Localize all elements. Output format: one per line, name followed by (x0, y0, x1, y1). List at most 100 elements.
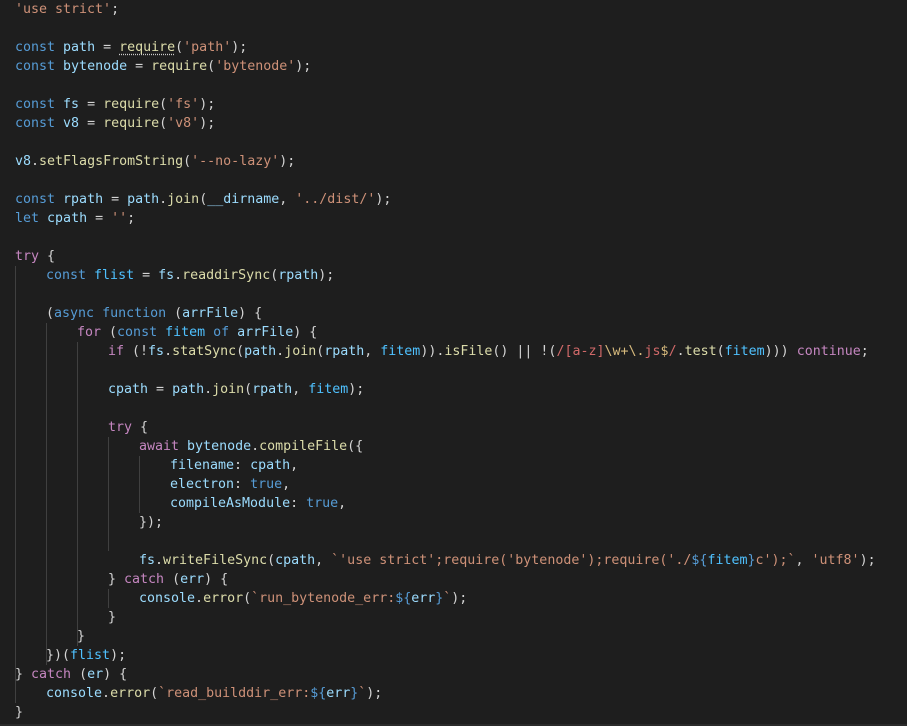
code-token: const (117, 325, 158, 340)
code-token: console (139, 591, 196, 606)
code-token: () || !( (492, 344, 557, 359)
code-token: , (364, 344, 381, 359)
code-token: ( (166, 306, 183, 321)
code-token: } (108, 610, 117, 625)
code-token: { (39, 249, 56, 264)
code-line[interactable]: }); (139, 513, 163, 532)
code-token: setFlagsFromString (39, 154, 184, 169)
code-line[interactable]: const fs = require('fs'); (15, 95, 215, 114)
code-line[interactable]: const rpath = path.join(__dirname, '../d… (15, 190, 391, 209)
code-token: writeFileSync (163, 553, 268, 568)
code-token: ( (175, 40, 184, 55)
code-token: const (15, 40, 56, 55)
code-line[interactable]: v8.setFlagsFromString('--no-lazy'); (15, 152, 295, 171)
code-token: console (46, 686, 103, 701)
code-token: ); (348, 382, 365, 397)
code-token: , (795, 553, 812, 568)
code-token: fitem (380, 344, 421, 359)
code-token: c');` (755, 553, 796, 568)
code-token: true (250, 477, 283, 492)
code-token: fitem (707, 553, 748, 568)
code-token: try (108, 420, 133, 435)
code-token: js (644, 344, 661, 359)
code-token: , (338, 496, 347, 511)
code-line[interactable]: 'use strict'; (15, 0, 119, 19)
code-token: . (164, 344, 173, 359)
code-line[interactable]: electron: true, (170, 475, 290, 494)
code-token: 'use strict' (15, 2, 112, 17)
code-token: error (203, 591, 244, 606)
code-token: ( (207, 59, 216, 74)
code-token: ( (150, 686, 159, 701)
code-token: ) { (293, 325, 318, 340)
code-line[interactable]: for (const fitem of arrFile) { (77, 323, 317, 342)
code-token: = (79, 97, 104, 112)
code-token: require (119, 40, 176, 55)
code-token: ${ (395, 591, 412, 606)
code-token: join (212, 382, 245, 397)
code-token: require (103, 116, 160, 131)
code-token: , (279, 192, 296, 207)
code-token: arrFile (237, 325, 294, 340)
code-token: = (103, 192, 128, 207)
code-line[interactable]: } catch (er) { (15, 665, 127, 684)
code-token: } (77, 629, 86, 644)
code-token: '../dist/' (295, 192, 376, 207)
code-token: ); (375, 192, 392, 207)
code-line[interactable]: await bytenode.compileFile({ (139, 437, 363, 456)
code-token: 'utf8' (811, 553, 860, 568)
code-token: , (290, 458, 299, 473)
code-token: . (204, 382, 213, 397)
code-token: } (15, 705, 24, 720)
code-line[interactable]: (async function (arrFile) { (46, 304, 262, 323)
code-line[interactable]: console.error(`read_builddir_err:${err}`… (46, 684, 382, 703)
code-token: ); (451, 591, 468, 606)
code-token: arrFile (182, 306, 239, 321)
code-line[interactable]: filename: cpath, (170, 456, 298, 475)
code-editor[interactable]: 'use strict'; const path = require('path'… (0, 0, 907, 726)
code-line[interactable]: console.error(`run_bytenode_err:${err}`)… (139, 589, 467, 608)
code-line[interactable]: if (!fs.statSync(path.join(rpath, fitem)… (108, 342, 869, 361)
code-line[interactable]: try { (108, 418, 148, 437)
code-line[interactable]: } (15, 703, 23, 722)
code-line[interactable]: } catch (err) { (108, 570, 228, 589)
code-token: . (251, 439, 260, 454)
code-token: fs (63, 97, 80, 112)
code-line[interactable]: try { (15, 247, 55, 266)
code-token: / (668, 344, 677, 359)
code-token: } (15, 667, 24, 682)
code-token: fs (139, 553, 156, 568)
code-token: v8 (63, 116, 80, 131)
code-line[interactable]: let cpath = ''; (15, 209, 135, 228)
code-token: cpath (250, 458, 291, 473)
code-token: cpath (47, 211, 88, 226)
code-line[interactable]: } (77, 627, 85, 646)
code-line[interactable]: fs.writeFileSync(cpath, `'use strict';re… (139, 551, 876, 570)
code-line[interactable]: const bytenode = require('bytenode'); (15, 57, 311, 76)
code-line[interactable]: cpath = path.join(rpath, fitem); (108, 380, 364, 399)
code-token: . (195, 591, 204, 606)
code-token: })( (46, 648, 71, 663)
code-line[interactable]: } (108, 608, 116, 627)
code-token: if (108, 344, 125, 359)
code-token: , (315, 553, 332, 568)
code-token: '--no-lazy' (191, 154, 280, 169)
code-token: . (676, 344, 685, 359)
code-token: const (46, 268, 87, 283)
code-line[interactable]: compileAsModule: true, (170, 494, 346, 513)
code-line[interactable]: const v8 = require('v8'); (15, 114, 215, 133)
code-line[interactable]: })(flist); (46, 646, 126, 665)
code-token: ( (236, 344, 245, 359)
code-line[interactable]: const path = require('path'); (15, 38, 247, 57)
code-line[interactable]: const flist = fs.readdirSync(rpath); (46, 266, 334, 285)
code-token: . (31, 154, 40, 169)
code-token: , (292, 382, 309, 397)
